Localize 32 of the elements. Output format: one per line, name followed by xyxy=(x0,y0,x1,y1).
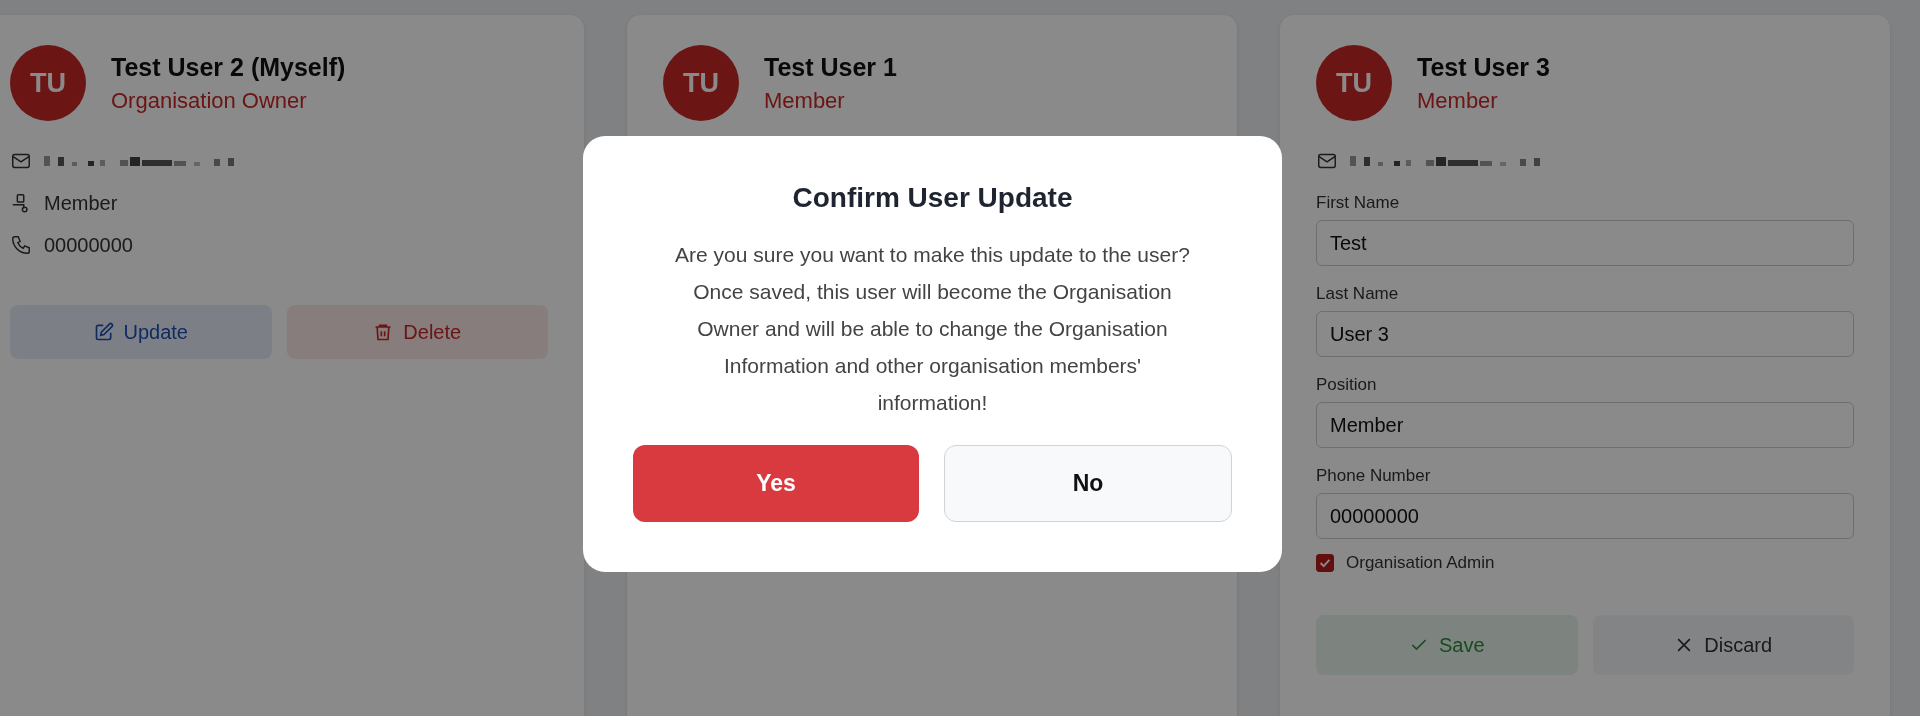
avatar: TU xyxy=(1316,45,1392,121)
user-role: Member xyxy=(764,87,846,114)
input-field[interactable]: User 3 xyxy=(1316,311,1854,357)
trash-icon xyxy=(373,322,394,342)
dialog-button[interactable]: No xyxy=(944,445,1232,522)
field-label: Last Name xyxy=(1316,284,1400,304)
dialog-button[interactable]: Yes xyxy=(633,445,919,522)
position-text: Member xyxy=(44,191,118,215)
action-button[interactable]: Discard xyxy=(1592,615,1854,675)
action-button[interactable]: Update xyxy=(10,305,272,359)
user-name: Test User 1 xyxy=(764,52,897,82)
dialog-message: Are you sure you want to make this update to the user? Once saved, this user will become the Organisation Owner and will be able to change the Organisation Information and other organisation members' information! xyxy=(674,242,1191,416)
phone-text: 00000000 xyxy=(44,233,133,257)
avatar: TU xyxy=(663,45,739,121)
field-label: First Name xyxy=(1316,193,1401,213)
input-field[interactable]: 00000000 xyxy=(1316,493,1854,539)
user-name: Test User 3 xyxy=(1417,52,1550,82)
edit-icon xyxy=(93,322,114,342)
field-label: Position xyxy=(1316,375,1378,395)
input-field[interactable]: Member xyxy=(1316,402,1854,448)
checkbox[interactable] xyxy=(1316,554,1334,572)
avatar: TU xyxy=(10,45,86,121)
user-role: Member xyxy=(1417,87,1499,114)
check-icon xyxy=(1318,556,1332,570)
dialog-title: Confirm User Update xyxy=(792,182,1073,214)
user-role: Organisation Owner xyxy=(111,87,308,114)
checkbox-label: Organisation Admin xyxy=(1346,553,1495,573)
action-button[interactable]: Delete xyxy=(286,305,548,359)
user-name: Test User 2 (Myself) xyxy=(111,52,346,82)
phone-icon xyxy=(10,234,32,256)
input-field[interactable]: Test xyxy=(1316,220,1854,266)
field-label: Phone Number xyxy=(1316,466,1432,486)
